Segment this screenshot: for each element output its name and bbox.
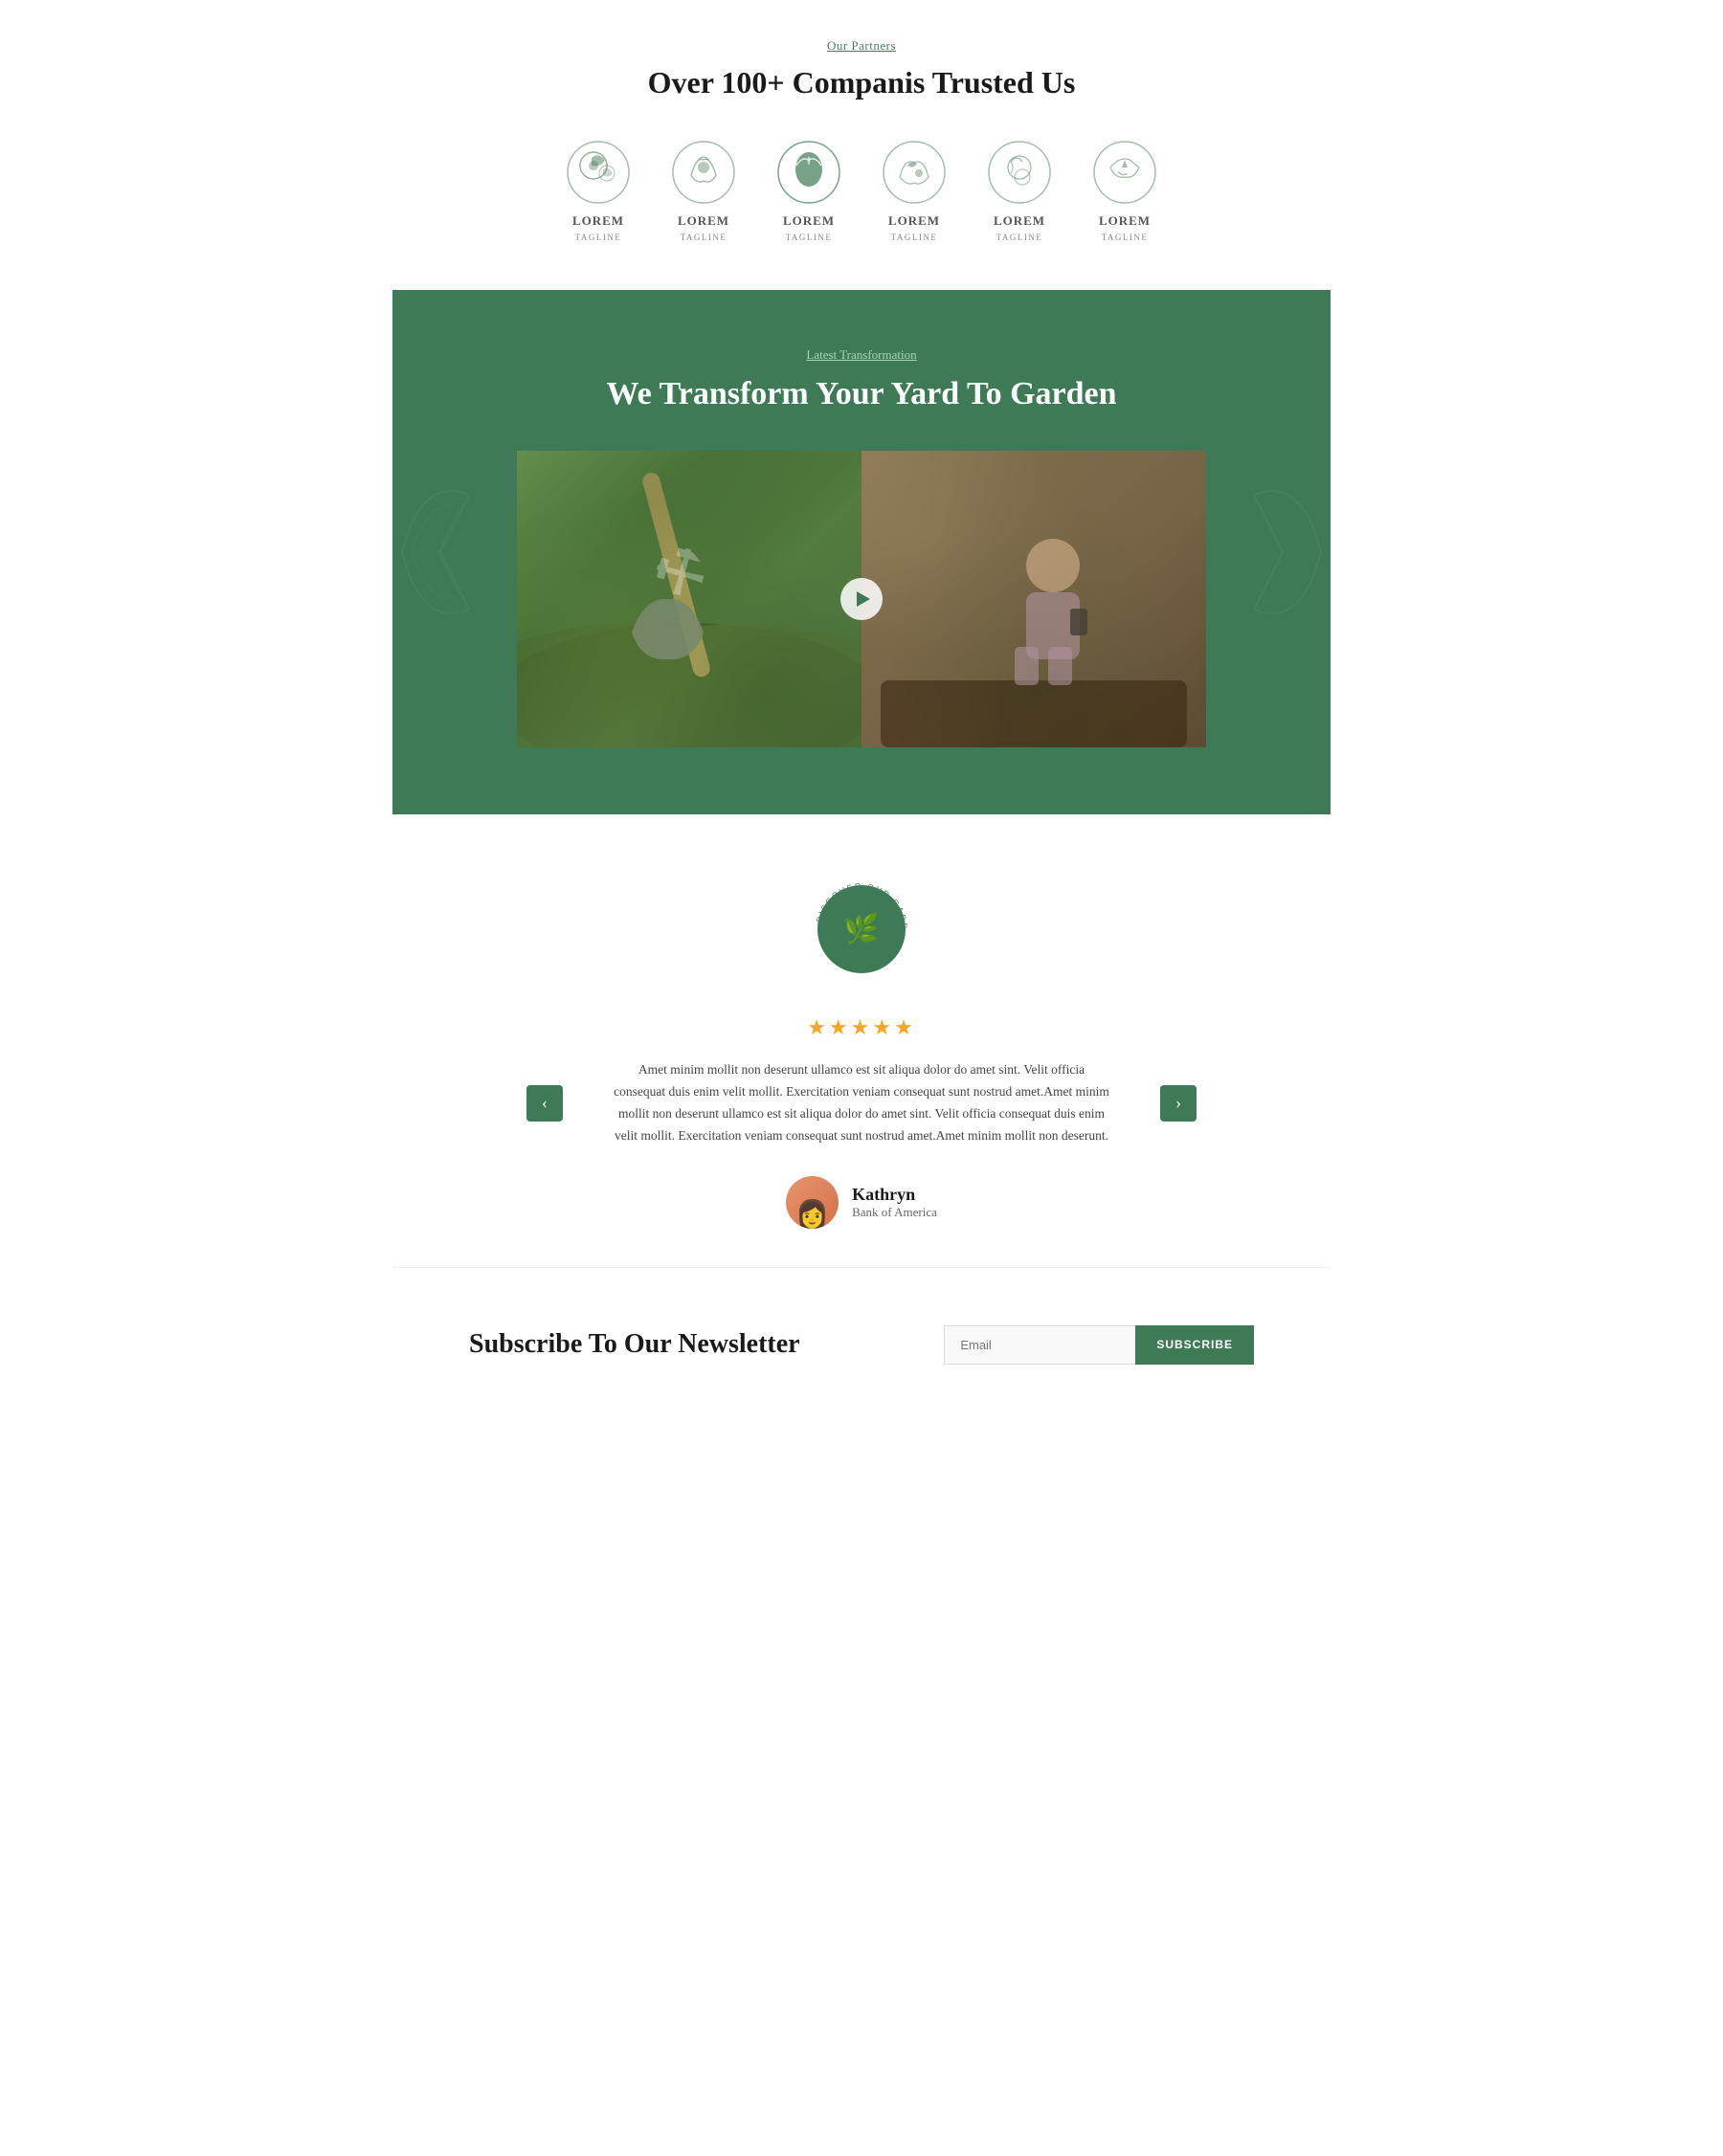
partners-section: Our Partners Over 100+ Companis Trusted …	[392, 0, 1331, 290]
email-input[interactable]	[944, 1325, 1135, 1365]
leaf-decoration-left	[392, 456, 507, 648]
play-button[interactable]	[840, 578, 883, 620]
partner-logo-5: LOREM TAGLINE	[986, 139, 1053, 242]
transform-section: Latest Transformation We Transform Your …	[392, 290, 1331, 814]
partner-tagline-1: TAGLINE	[575, 233, 622, 242]
image-divider-container	[862, 451, 1206, 747]
newsletter-title: Subscribe To Our Newsletter	[469, 1329, 800, 1360]
partner-logo-2: LOREM TAGLINE	[670, 139, 737, 242]
newsletter-form: SUBSCRIBE	[944, 1325, 1254, 1365]
partner-name-3: LOREM	[783, 213, 835, 229]
partners-logos-container: LOREM TAGLINE LOREM TAGLINE LOREM TAGLIN	[450, 139, 1273, 242]
partner-icon-5	[986, 139, 1053, 206]
partner-tagline-6: TAGLINE	[1102, 233, 1149, 242]
partner-tagline-3: TAGLINE	[786, 233, 833, 242]
partner-name-1: LOREM	[572, 213, 624, 229]
author-name: Kathryn	[852, 1185, 937, 1205]
badge-inner-circle: 🌿	[817, 885, 906, 973]
partner-name-2: LOREM	[678, 213, 729, 229]
partner-name-4: LOREM	[888, 213, 940, 229]
child-gardening-illustration	[862, 451, 1206, 747]
partner-logo-1: LOREM TAGLINE	[565, 139, 632, 242]
partner-logo-6: LOREM TAGLINE	[1091, 139, 1158, 242]
transform-images-container	[517, 451, 1206, 747]
author-company: Bank of America	[852, 1205, 937, 1220]
testimonial-wrapper: ‹ Amet minim mollit non deserunt ullamco…	[593, 1059, 1130, 1147]
garden-after-image	[862, 451, 1206, 747]
transform-title: We Transform Your Yard To Garden	[392, 376, 1331, 412]
partner-tagline-4: TAGLINE	[891, 233, 938, 242]
garden-before-image	[517, 451, 862, 747]
partner-logo-4: LOREM TAGLINE	[881, 139, 948, 242]
garden-badge: DISCOVER OUR GARDEN • EXPLORE & SINCE 19…	[804, 872, 919, 987]
newsletter-section: Subscribe To Our Newsletter SUBSCRIBE	[392, 1267, 1331, 1422]
partner-tagline-2: TAGLINE	[681, 233, 727, 242]
leaf-decoration-right	[1216, 456, 1331, 648]
testimonial-stars: ★★★★★	[412, 1015, 1311, 1040]
author-info: Kathryn Bank of America	[852, 1185, 937, 1220]
next-testimonial-button[interactable]: ›	[1160, 1085, 1197, 1122]
testimonial-section: DISCOVER OUR GARDEN • EXPLORE & SINCE 19…	[392, 814, 1331, 1267]
partner-icon-4	[881, 139, 948, 206]
partner-icon-2	[670, 139, 737, 206]
partners-title: Over 100+ Companis Trusted Us	[450, 65, 1273, 100]
testimonial-text: Amet minim mollit non deserunt ullamco e…	[613, 1059, 1110, 1147]
partner-name-6: LOREM	[1099, 213, 1151, 229]
partners-label: Our Partners	[450, 38, 1273, 54]
partner-icon-6	[1091, 139, 1158, 206]
partner-tagline-5: TAGLINE	[996, 233, 1043, 242]
transform-label: Latest Transformation	[392, 347, 1331, 363]
partner-icon-1	[565, 139, 632, 206]
partner-logo-3: LOREM TAGLINE	[775, 139, 842, 242]
partner-icon-3	[775, 139, 842, 206]
testimonial-author: Kathryn Bank of America	[412, 1176, 1311, 1229]
author-avatar	[786, 1176, 839, 1229]
shovel-illustration	[517, 451, 862, 747]
prev-testimonial-button[interactable]: ‹	[526, 1085, 563, 1122]
partner-name-5: LOREM	[994, 213, 1045, 229]
subscribe-button[interactable]: SUBSCRIBE	[1135, 1325, 1254, 1365]
badge-leaf-icon: 🌿	[843, 913, 879, 946]
